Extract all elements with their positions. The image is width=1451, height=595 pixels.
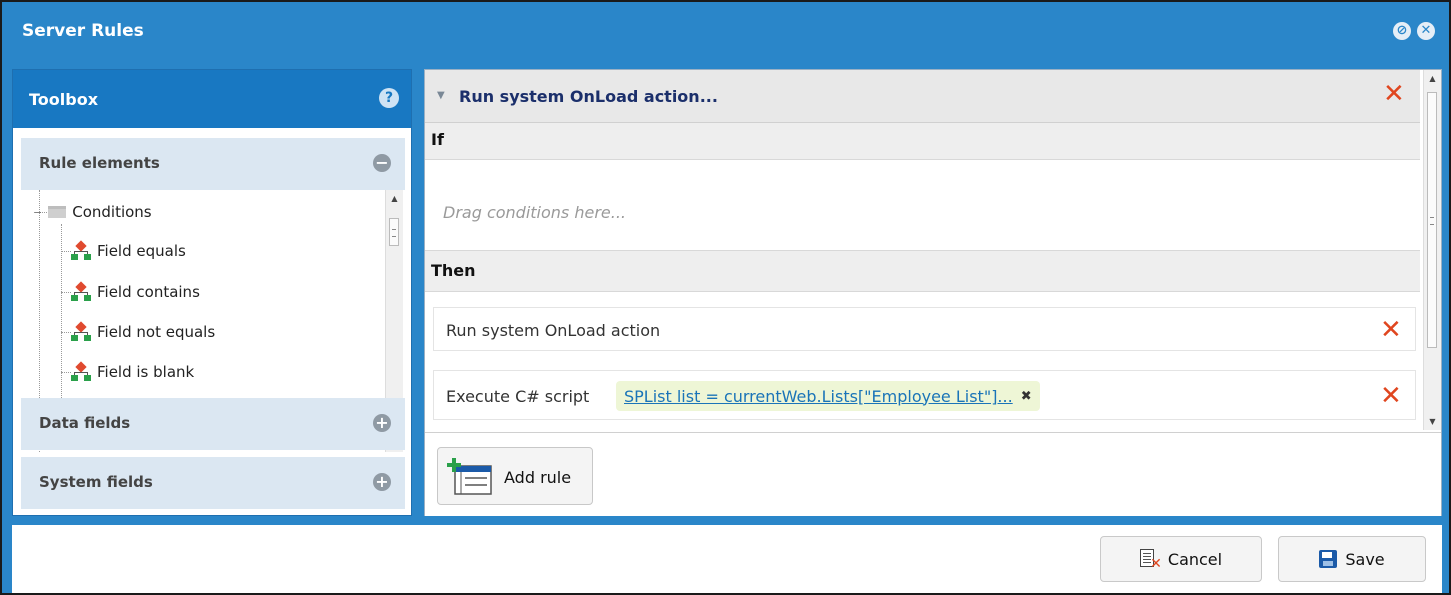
rules-footer: Add rule	[425, 432, 1441, 516]
tree-item[interactable]: Field contains	[71, 280, 200, 304]
close-icon[interactable]: ✕	[1417, 22, 1435, 40]
delete-rule-icon[interactable]: ✕	[1383, 81, 1405, 107]
condition-icon	[71, 281, 91, 301]
tree-item-label: Field not equals	[97, 323, 216, 341]
scroll-down-icon[interactable]: ▼	[1424, 413, 1441, 430]
delete-action-icon[interactable]: ✕	[1380, 383, 1402, 409]
action-label: Execute C# script	[446, 387, 590, 406]
window-title: Server Rules	[22, 21, 144, 41]
script-link[interactable]: SPList list = currentWeb.Lists["Employee…	[624, 387, 1013, 406]
script-chip[interactable]: SPList list = currentWeb.Lists["Employee…	[616, 381, 1040, 411]
dialog-footer: ✕ Cancel Save	[12, 525, 1442, 593]
delete-action-icon[interactable]: ✕	[1380, 317, 1402, 343]
add-rule-icon	[447, 458, 492, 495]
action-row[interactable]: Execute C# script SPList list = currentW…	[433, 370, 1416, 420]
help-icon[interactable]: ?	[379, 88, 399, 108]
condition-icon	[71, 361, 91, 381]
tree-item[interactable]: Field not equals	[71, 320, 215, 344]
conditions-drop-zone[interactable]: Drag conditions here...	[443, 203, 626, 222]
tree-item-label: Field equals	[97, 242, 186, 260]
restore-icon[interactable]: ⊘	[1393, 22, 1411, 40]
section-label: Data fields	[39, 414, 131, 432]
condition-icon	[71, 321, 91, 341]
scroll-up-icon[interactable]: ▲	[386, 190, 403, 207]
cancel-button[interactable]: ✕ Cancel	[1100, 536, 1262, 582]
rules-editor: ▼ Run system OnLoad action... ✕ If Drag …	[424, 69, 1442, 516]
toolbox-header: Toolbox ?	[13, 70, 411, 128]
caret-down-icon[interactable]: ▼	[437, 90, 445, 101]
toolbox-panel: Toolbox ? Rule elements − − Conditions F…	[12, 69, 412, 516]
title-bar: Server Rules ⊘ ✕	[2, 2, 1449, 64]
collapse-icon[interactable]: −	[373, 154, 391, 172]
scroll-up-icon[interactable]: ▲	[1424, 70, 1441, 87]
rule-header[interactable]: ▼ Run system OnLoad action... ✕	[425, 70, 1420, 123]
add-rule-label: Add rule	[504, 468, 572, 487]
section-label: System fields	[39, 473, 153, 491]
remove-chip-icon[interactable]: ✖	[1021, 389, 1032, 404]
server-rules-window: Server Rules ⊘ ✕ Toolbox ? Rule elements…	[0, 0, 1451, 595]
expand-icon[interactable]: +	[373, 414, 391, 432]
scroll-thumb[interactable]	[1427, 92, 1437, 348]
save-label: Save	[1345, 549, 1385, 569]
then-band: Then	[425, 250, 1420, 292]
rules-scrollbar[interactable]: ▲ ▼	[1423, 70, 1441, 430]
action-label: Run system OnLoad action	[446, 321, 661, 340]
add-rule-button[interactable]: Add rule	[437, 447, 593, 505]
section-rule-elements[interactable]: Rule elements −	[21, 138, 405, 190]
save-icon	[1319, 550, 1338, 568]
collapse-node-icon[interactable]: −	[33, 206, 42, 219]
then-label: Then	[431, 261, 476, 280]
tree-item[interactable]: Field equals	[71, 239, 186, 263]
folder-icon	[48, 206, 67, 218]
tree-folder-conditions[interactable]: − Conditions	[33, 200, 152, 224]
section-label: Rule elements	[39, 154, 160, 172]
expand-icon[interactable]: +	[373, 473, 391, 491]
scroll-thumb[interactable]	[389, 218, 399, 246]
if-label: If	[431, 130, 444, 149]
condition-icon	[71, 240, 91, 260]
action-row[interactable]: Run system OnLoad action ✕	[433, 307, 1416, 351]
section-data-fields[interactable]: Data fields +	[21, 398, 405, 450]
tree-folder-label: Conditions	[72, 203, 152, 221]
tree-item[interactable]: Field is blank	[71, 360, 194, 384]
tree-item-label: Field is blank	[97, 363, 195, 381]
tree-item-label: Field contains	[97, 283, 200, 301]
cancel-label: Cancel	[1167, 549, 1223, 569]
section-system-fields[interactable]: System fields +	[21, 457, 405, 509]
save-button[interactable]: Save	[1278, 536, 1426, 582]
cancel-icon: ✕	[1139, 549, 1162, 572]
if-band: If	[425, 123, 1420, 160]
rule-title: Run system OnLoad action...	[459, 87, 718, 106]
toolbox-title: Toolbox	[29, 90, 99, 109]
